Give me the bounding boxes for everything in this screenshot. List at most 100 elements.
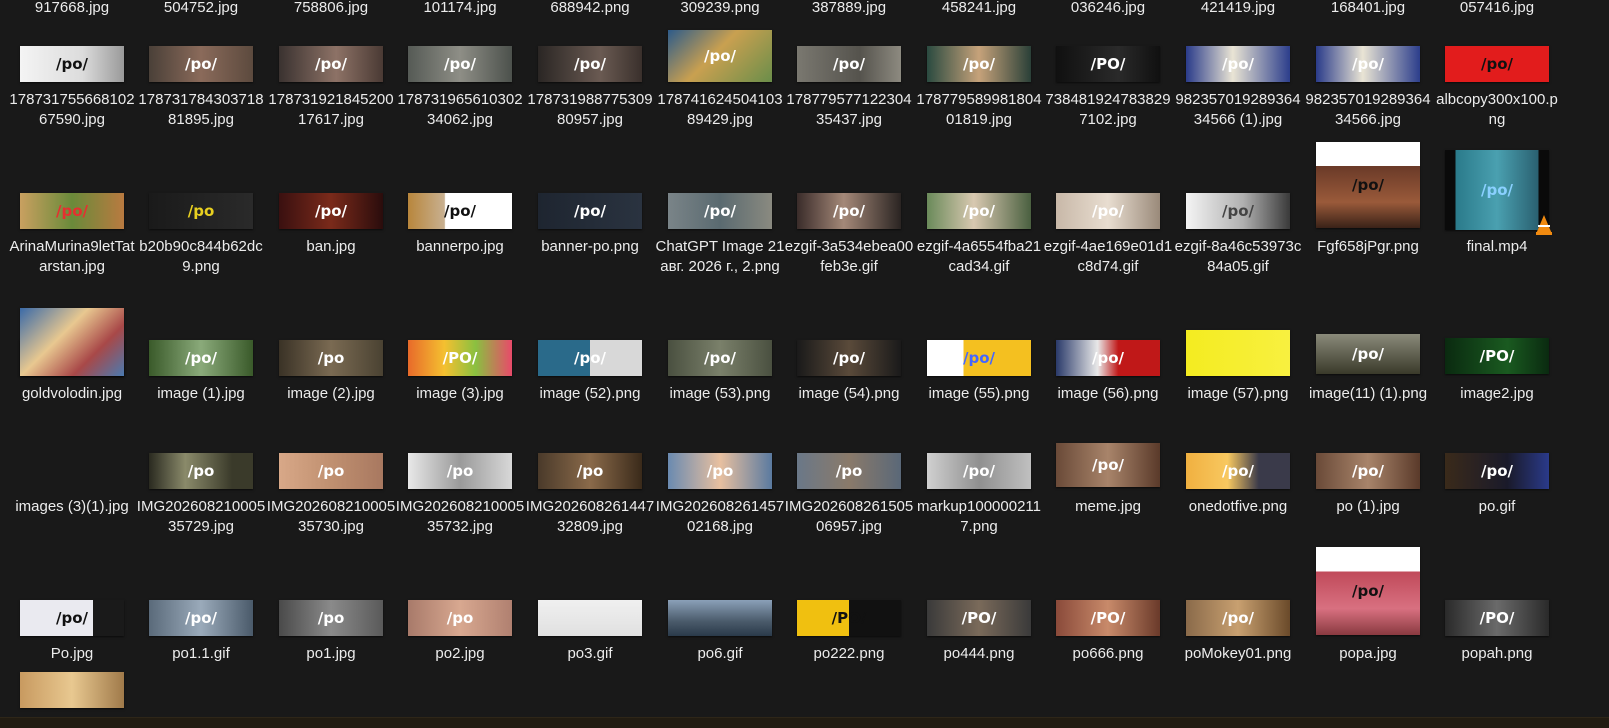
- file-thumbnail[interactable]: /po/: [927, 340, 1031, 376]
- file-name[interactable]: 17873198877530980957.jpg: [525, 90, 655, 130]
- file-name[interactable]: albcopy300x100.png: [1432, 90, 1562, 130]
- file-name[interactable]: b20b90c844b62dc9.png: [136, 237, 266, 277]
- file-name[interactable]: image(11) (1).png: [1303, 384, 1433, 404]
- file-name[interactable]: 036246.jpg: [1043, 0, 1173, 18]
- file-thumbnail[interactable]: /po: [149, 453, 253, 489]
- file-name[interactable]: 458241.jpg: [914, 0, 1044, 18]
- file-thumbnail[interactable]: /po/: [538, 46, 642, 82]
- file-name[interactable]: Po.jpg: [7, 644, 137, 664]
- file-name[interactable]: image (57).png: [1173, 384, 1303, 404]
- file-name[interactable]: image (1).jpg: [136, 384, 266, 404]
- file-thumbnail[interactable]: /po/: [149, 46, 253, 82]
- file-thumbnail[interactable]: /po: [279, 600, 383, 636]
- file-name[interactable]: 688942.png: [525, 0, 655, 18]
- file-name[interactable]: Fgf658jPgr.png: [1303, 237, 1433, 257]
- file-thumbnail[interactable]: [668, 600, 772, 636]
- file-name[interactable]: 387889.jpg: [784, 0, 914, 18]
- file-thumbnail[interactable]: /po/: [1316, 453, 1420, 489]
- file-name[interactable]: 168401.jpg: [1303, 0, 1433, 18]
- file-name[interactable]: IMG20260821000535730.jpg: [266, 497, 396, 537]
- file-name[interactable]: image (55).png: [914, 384, 1044, 404]
- file-name[interactable]: onedotfive.png: [1173, 497, 1303, 517]
- file-thumbnail[interactable]: /po: [279, 453, 383, 489]
- file-thumbnail[interactable]: /po/: [1316, 142, 1420, 228]
- file-thumbnail[interactable]: /po/: [20, 600, 124, 636]
- file-name[interactable]: final.mp4: [1432, 237, 1562, 257]
- file-name[interactable]: banner-po.png: [525, 237, 655, 257]
- file-name[interactable]: 17877958998180401819.jpg: [914, 90, 1044, 130]
- file-name[interactable]: image (52).png: [525, 384, 655, 404]
- file-thumbnail[interactable]: /po/: [538, 193, 642, 229]
- file-thumbnail[interactable]: /po/: [1186, 46, 1290, 82]
- file-thumbnail[interactable]: /po/: [538, 340, 642, 376]
- file-name[interactable]: po.gif: [1432, 497, 1562, 517]
- file-thumbnail[interactable]: /po/: [1316, 334, 1420, 374]
- file-thumbnail[interactable]: /po: [668, 453, 772, 489]
- file-thumbnail[interactable]: /PO/: [1445, 600, 1549, 636]
- file-name[interactable]: po3.gif: [525, 644, 655, 664]
- file-name[interactable]: images (3)(1).jpg: [7, 497, 137, 517]
- file-name[interactable]: bannerpo.jpg: [395, 237, 525, 257]
- file-name[interactable]: 504752.jpg: [136, 0, 266, 18]
- file-thumbnail[interactable]: /po/: [1445, 46, 1549, 82]
- file-name[interactable]: 421419.jpg: [1173, 0, 1303, 18]
- file-thumbnail[interactable]: /po/: [668, 193, 772, 229]
- file-name[interactable]: IMG20260826150506957.jpg: [784, 497, 914, 537]
- file-thumbnail[interactable]: /po/: [279, 46, 383, 82]
- file-thumbnail[interactable]: /po: [538, 453, 642, 489]
- file-thumbnail[interactable]: /po/: [1186, 600, 1290, 636]
- file-name[interactable]: 309239.png: [655, 0, 785, 18]
- file-name[interactable]: po444.png: [914, 644, 1044, 664]
- file-thumbnail[interactable]: /po/: [408, 193, 512, 229]
- file-name[interactable]: image2.jpg: [1432, 384, 1562, 404]
- file-name[interactable]: ban.jpg: [266, 237, 396, 257]
- file-thumbnail[interactable]: /po/: [149, 600, 253, 636]
- file-thumbnail[interactable]: /po/: [1445, 150, 1552, 235]
- file-name[interactable]: 17873196561030234062.jpg: [395, 90, 525, 130]
- file-name[interactable]: po (1).jpg: [1303, 497, 1433, 517]
- file-thumbnail[interactable]: /po/: [408, 46, 512, 82]
- file-thumbnail[interactable]: /PO/: [927, 600, 1031, 636]
- file-name[interactable]: po6.gif: [655, 644, 785, 664]
- file-thumbnail[interactable]: /po/: [1316, 46, 1420, 82]
- file-name[interactable]: markup1000002117.png: [914, 497, 1044, 537]
- file-name[interactable]: ezgif-4a6554fba21cad34.gif: [914, 237, 1044, 277]
- file-thumbnail[interactable]: /po/: [797, 193, 901, 229]
- file-name[interactable]: image (53).png: [655, 384, 785, 404]
- file-name[interactable]: 7384819247838297102.jpg: [1043, 90, 1173, 130]
- file-name[interactable]: 17877957712230435437.jpg: [784, 90, 914, 130]
- file-thumbnail[interactable]: /po/: [1056, 193, 1160, 229]
- file-name[interactable]: IMG20260821000535729.jpg: [136, 497, 266, 537]
- file-thumbnail[interactable]: /PO/: [1056, 46, 1160, 82]
- file-name[interactable]: 98235701928936434566 (1).jpg: [1173, 90, 1303, 130]
- file-name[interactable]: IMG20260826145702168.jpg: [655, 497, 785, 537]
- file-name[interactable]: 057416.jpg: [1432, 0, 1562, 18]
- file-thumbnail[interactable]: /po/: [20, 46, 124, 82]
- file-thumbnail[interactable]: /po/: [797, 340, 901, 376]
- file-name[interactable]: ezgif-3a534ebea00feb3e.gif: [784, 237, 914, 277]
- file-thumbnail[interactable]: /po/: [927, 453, 1031, 489]
- file-thumbnail[interactable]: [538, 600, 642, 636]
- file-thumbnail[interactable]: /PO/: [1445, 338, 1549, 374]
- file-thumbnail[interactable]: /po/: [1186, 193, 1290, 229]
- file-name[interactable]: 17873175566810267590.jpg: [7, 90, 137, 130]
- file-thumbnail[interactable]: [20, 308, 124, 376]
- file-name[interactable]: po1.jpg: [266, 644, 396, 664]
- file-thumbnail[interactable]: /PO/: [797, 600, 901, 636]
- file-name[interactable]: po222.png: [784, 644, 914, 664]
- file-name[interactable]: image (3).jpg: [395, 384, 525, 404]
- file-name[interactable]: ChatGPT Image 21 авг. 2026 г., 2.png: [655, 237, 785, 277]
- file-thumbnail[interactable]: /po/: [797, 46, 901, 82]
- file-thumbnail[interactable]: /po: [408, 453, 512, 489]
- file-name[interactable]: image (54).png: [784, 384, 914, 404]
- file-name[interactable]: po2.jpg: [395, 644, 525, 664]
- file-thumbnail[interactable]: /po/: [927, 46, 1031, 82]
- file-thumbnail[interactable]: /po/: [668, 340, 772, 376]
- file-thumbnail[interactable]: /po/: [927, 193, 1031, 229]
- file-thumbnail[interactable]: /po/: [279, 193, 383, 229]
- file-name[interactable]: meme.jpg: [1043, 497, 1173, 517]
- file-thumbnail[interactable]: /po/: [1056, 443, 1160, 487]
- file-name[interactable]: ezgif-8a46c53973c84a05.gif: [1173, 237, 1303, 277]
- file-thumbnail[interactable]: /po/: [1186, 453, 1290, 489]
- file-thumbnail[interactable]: /PO/: [1056, 600, 1160, 636]
